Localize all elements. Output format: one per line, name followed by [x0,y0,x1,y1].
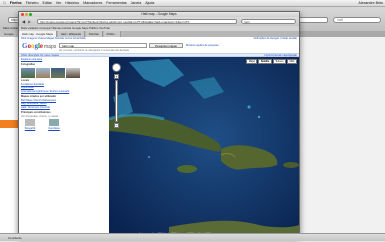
mac-menubar:  Firefox Ficheiro Editar Ver Histórico … [0,0,385,7]
menu-janela[interactable]: Janela [131,1,142,5]
status-bar: Concluído [0,233,385,241]
pan-control[interactable] [112,63,121,72]
satellite-map[interactable]: + − Mapa Satélite Terreno Mais Dados car… [109,57,299,238]
zoom-button[interactable] [29,13,32,16]
minimize-button[interactable] [25,13,28,16]
forward-icon[interactable]: ▶ [28,19,31,24]
apple-icon[interactable]:  [3,1,6,5]
satellite-imagery [109,57,299,238]
photo-thumbnail[interactable] [51,67,65,78]
contributor[interactable]: Rouge64 [21,119,39,131]
menu-ficheiro[interactable]: Ficheiro [26,1,39,5]
contributors-note: Ver fotografias, vídeos, e mapas [21,114,59,118]
google-bar-links[interactable]: Web Imagens Vídeos Mapas Notícias Livros… [21,37,86,40]
user-map-link[interactable]: Haiti: Terremoto Ocorrido [21,106,107,110]
menu-firefox[interactable]: Firefox [10,1,22,5]
menubar-user[interactable]: Alexandre Brito [358,0,383,7]
background-search-field[interactable]: haiti [333,17,381,23]
menu-ajuda[interactable]: Ajuda [145,1,154,5]
satellite-button[interactable]: Satélite [258,59,272,64]
google-bar: Web Imagens Vídeos Mapas Notícias Livros… [19,37,299,41]
close-button[interactable] [21,13,24,16]
contributor-name[interactable]: Rouge64 [21,127,39,131]
url-bar[interactable]: http://maps.google.pt/maps?hl=pt-PT&clie… [37,19,237,24]
zoom-out-button[interactable]: − [114,123,119,128]
photo-thumbnail[interactable] [66,67,80,78]
results-panel: Explorar esta área Fotografias Locais Fo… [19,57,109,238]
photos-heading: Fotografias [21,63,36,67]
menu-ver[interactable]: Ver [56,1,61,5]
map-type-buttons: Mapa Satélite Terreno Mais [246,59,297,64]
zoom-slider[interactable] [115,80,118,122]
background-page-right [300,37,385,233]
explore-area-link[interactable]: Explorar esta área [21,58,107,62]
back-icon[interactable]: ◀ [22,19,25,24]
place-link[interactable]: International Lighthouse Tourism Lanmark [21,90,107,94]
search-maps-button[interactable]: Pesquisar mapas [149,43,183,48]
zoom-in-button[interactable]: + [114,74,119,79]
photo-thumbnail[interactable] [36,67,50,78]
contributor-avatar [49,119,59,127]
maps-search-input[interactable]: haiti map [59,43,147,48]
search-example: por exemplo, escritórios de advogados 2 … [59,49,130,52]
contributor[interactable]: Camiliaou [45,119,63,131]
more-button[interactable]: Mais [286,59,297,64]
photo-strip [21,67,107,78]
menu-marcadores[interactable]: Marcadores [83,1,102,5]
search-field[interactable]: haiti [241,19,296,24]
search-options-link[interactable]: Mostrar opções de pesquisa [186,44,219,47]
contributors-list: Rouge64 Camiliaou [21,119,107,131]
menu-historico[interactable]: Histórico [65,1,79,5]
zoom-control[interactable]: + − [112,63,121,133]
menu-ferramentas[interactable]: Ferramentas [106,1,126,5]
photo-thumbnail[interactable] [21,67,35,78]
google-maps-logo[interactable]: Googlemaps [22,42,56,51]
terrain-button[interactable]: Terreno [272,59,286,64]
contributor-avatar [25,119,35,127]
map-button[interactable]: Mapa [246,59,258,64]
menu-editar[interactable]: Editar [42,1,51,5]
google-bar-signin[interactable]: Definições do iGoogle | Iniciar sessão [254,37,297,41]
contributor-name[interactable]: Camiliaou [45,127,63,131]
firefox-window: Haiti map - Google Maps ◀ ▶ http://maps.… [18,11,300,238]
